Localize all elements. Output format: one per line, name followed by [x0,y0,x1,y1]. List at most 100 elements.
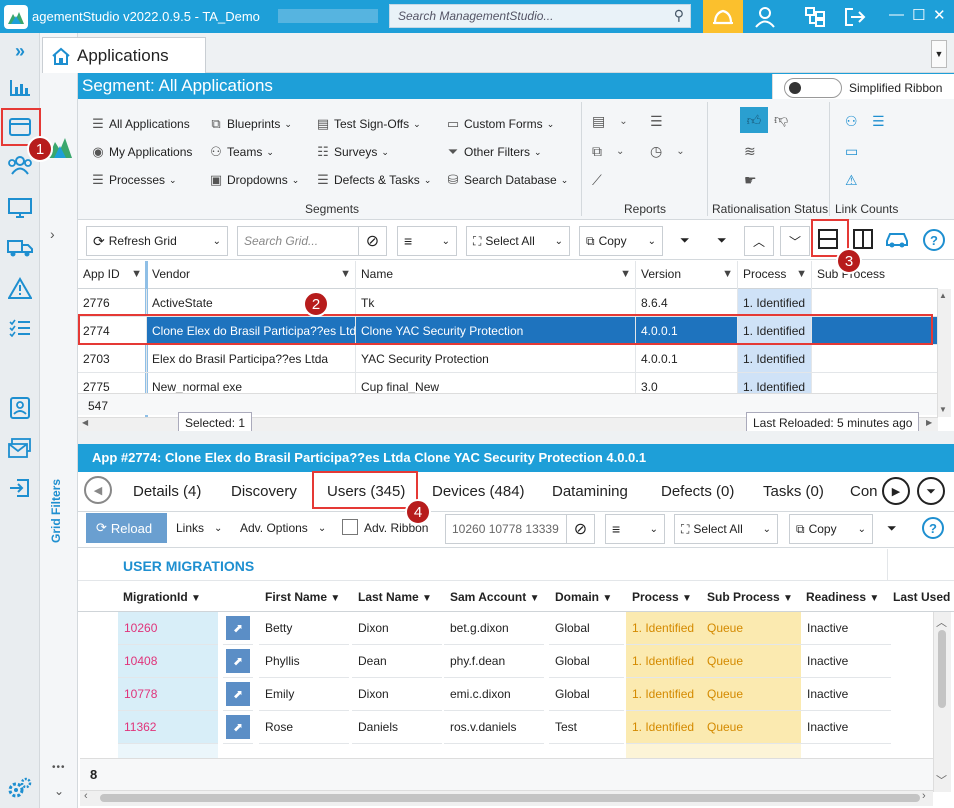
report-chart-icon[interactable]: ⟋ [592,172,602,189]
cell-migration-id[interactable]: 11362 [118,711,218,744]
table-row[interactable]: 2776 ActiveState Tk 8.6.4 1. Identified [78,289,938,317]
col-name[interactable]: Name ▼ [356,261,636,289]
table-row[interactable]: 10260 ⬈ Betty Dixon bet.g.dixon Global 1… [80,612,933,645]
filter-icon[interactable]: ▼ [422,593,432,604]
tab-tasks[interactable]: Tasks (0) [763,483,824,513]
detail-select-all-button[interactable]: ⛶ Select All ⌄ [674,514,778,544]
segment-blueprints[interactable]: ⧉ Blueprints ⌄ [209,116,292,132]
col-readiness[interactable]: Readiness ▼ [806,590,879,604]
scroll-up-icon[interactable]: ▲ [939,291,947,300]
segment-surveys[interactable]: ☷ Surveys ⌄ [316,144,389,160]
detail-copy-button[interactable]: ⧉ Copy ⌄ [789,514,873,544]
close-button[interactable]: ✕ [933,6,946,24]
expand-filters-chevron-icon[interactable]: › [50,226,55,242]
tab-applications[interactable]: Applications [42,37,206,73]
mail-icon[interactable] [0,430,40,466]
help-icon[interactable]: ? [923,229,945,251]
expand-sidebar-icon[interactable]: » [0,33,40,69]
col-vendor[interactable]: Vendor ▼ [147,261,356,289]
scroll-left-icon[interactable]: ‹ [84,790,88,802]
table-row[interactable]: 10408 ⬈ Phyllis Dean phy.f.dean Global 1… [80,645,933,678]
segment-other-filters[interactable]: ⏷ Other Filters ⌄ [446,144,542,160]
report-copy-icon[interactable]: ⧉ ⌄ [592,143,624,160]
clear-ids-icon[interactable]: ⊘ [566,515,594,543]
adv-ribbon-checkbox[interactable] [342,519,358,535]
col-app-id[interactable]: App ID ▼ [78,261,147,289]
reload-button[interactable]: ⟳ Reload [86,513,167,543]
detail-help-icon[interactable]: ? [922,517,944,539]
filter-icon[interactable]: ▼ [330,593,340,604]
scroll-down-icon[interactable]: ▼ [939,405,947,414]
contact-card-icon[interactable] [0,390,40,426]
tab-overflow-dropdown[interactable]: ▼ [931,40,947,68]
copy-button[interactable]: ⧉ Copy ⌄ [579,226,663,256]
segment-processes[interactable]: ☰ Processes ⌄ [91,172,176,188]
filter-icon[interactable]: ▼ [602,593,612,604]
segment-my-applications[interactable]: ◉ My Applications [91,144,192,160]
global-search-input[interactable]: Search ManagementStudio... ⚲ [389,4,691,28]
notification-bell-icon[interactable] [703,0,743,33]
maximize-button[interactable]: ☐ [912,6,925,24]
col-process[interactable]: Process ▼ [738,261,812,289]
segment-dropdowns[interactable]: ▣ Dropdowns ⌄ [209,172,299,188]
col-process[interactable]: Process ▼ [632,590,692,604]
align-dropdown[interactable]: ≡ ⌄ [397,226,457,256]
user-profile-icon[interactable] [745,0,785,33]
car-icon[interactable] [884,230,910,251]
detail-filter-icon[interactable]: ⏷ [887,521,897,536]
tabs-prev-icon[interactable]: ◀ [84,476,112,504]
link-devices-icon[interactable]: ▭ [845,143,858,160]
col-sam-account[interactable]: Sam Account ▼ [450,590,540,604]
filter-icon[interactable]: ▼ [682,593,692,604]
settings-gears-icon[interactable] [0,770,40,806]
tabs-next-icon[interactable]: ▶ [882,477,910,505]
col-version[interactable]: Version ▼ [636,261,738,289]
filter-icon[interactable]: ▼ [620,268,631,280]
move-up-button[interactable]: ︿ [744,226,774,256]
scroll-thumb[interactable] [938,630,946,708]
table-row[interactable]: 10778 ⬈ Emily Dixon emi.c.dixon Global 1… [80,678,933,711]
filter-icon[interactable]: ▼ [340,268,351,280]
detail-align-dropdown[interactable]: ≡ ⌄ [605,514,665,544]
link-tasks-icon[interactable]: ☰ [872,113,885,130]
point-hand-icon[interactable]: ☛ [744,172,757,189]
filter-icon[interactable]: ▼ [796,268,807,280]
simplified-ribbon-toggle[interactable] [784,78,842,98]
cell-migration-id[interactable]: 10778 [118,678,218,711]
cell-migration-id[interactable]: 10408 [118,645,218,678]
delivery-truck-icon[interactable] [0,230,40,266]
pane-splitter[interactable] [78,431,954,444]
thumbs-up-icon[interactable]: 👍︎ [740,107,768,133]
open-record-icon[interactable]: ⬈ [226,682,250,706]
col-sub-process[interactable]: Sub Process [812,261,938,289]
tab-discovery[interactable]: Discovery [231,483,297,513]
tab-devices[interactable]: Devices (484) [432,483,525,513]
scroll-left-icon[interactable]: ◀ [82,418,88,427]
tab-datamining[interactable]: Datamining [552,483,628,513]
move-down-button[interactable]: ﹀ [780,226,810,256]
open-record-icon[interactable]: ⬈ [226,616,250,640]
minimize-button[interactable]: — [889,6,904,23]
report-list-icon[interactable]: ☰ [650,113,663,130]
col-migration-id[interactable]: MigrationId ▼ [123,590,201,604]
hierarchy-icon[interactable] [795,0,835,33]
search-icon[interactable]: ⚲ [674,7,684,24]
segment-defects-tasks[interactable]: ☰ Defects & Tasks ⌄ [316,172,431,188]
filter-icon[interactable]: ▼ [783,593,793,604]
filter-icon[interactable]: ▼ [869,593,879,604]
tab-con[interactable]: Con [850,483,878,513]
segment-search-database[interactable]: ⛁ Search Database ⌄ [446,172,569,188]
col-first-name[interactable]: First Name ▼ [265,590,340,604]
scroll-down-icon[interactable]: ﹀ [936,772,947,788]
report-history-icon[interactable]: ◷ ⌄ [650,143,685,160]
tab-details[interactable]: Details (4) [133,483,201,513]
segment-teams[interactable]: ⚇ Teams ⌄ [209,144,274,160]
h-scroll-thumb[interactable] [100,794,920,802]
adv-options-dropdown[interactable]: Adv. Options ⌄ [240,521,326,535]
tabs-menu-icon[interactable]: ⏷ [917,477,945,505]
task-list-icon[interactable] [0,310,40,346]
link-users-icon[interactable]: ⚇ [845,113,858,130]
reports-chart-icon[interactable] [0,70,40,106]
grid-filters-toggle[interactable]: Grid Filters [42,479,76,550]
scroll-up-icon[interactable]: ︿ [936,614,947,630]
